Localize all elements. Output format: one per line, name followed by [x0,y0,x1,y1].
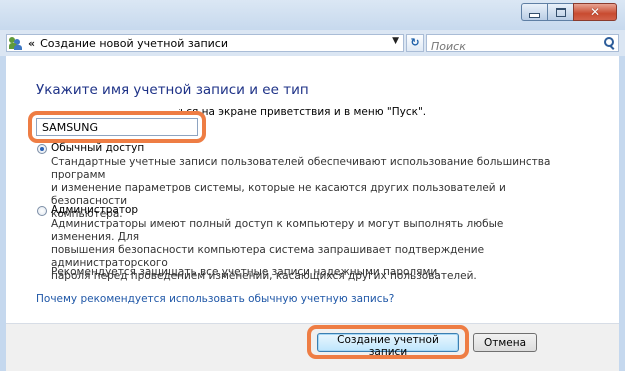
breadcrumb[interactable]: « Создание новой учетной записи ▼ [6,34,404,52]
refresh-icon: ↻ [410,36,420,49]
window-controls: ✕ [521,3,617,21]
password-recommendation: Рекомендуется защищать все учетные запис… [51,266,441,278]
administrator-label[interactable]: Администратор [51,204,138,216]
search-input[interactable] [431,39,591,54]
standard-user-label[interactable]: Обычный доступ [51,142,144,154]
description-line: Стандартные учетные записи пользователей… [51,156,551,181]
maximize-button[interactable] [547,3,573,21]
close-icon: ✕ [589,5,601,19]
minimize-icon [529,12,540,18]
close-button[interactable]: ✕ [573,3,617,21]
refresh-button[interactable]: ↻ [406,34,424,52]
minimize-button[interactable] [521,3,547,21]
search-box [426,34,619,54]
cancel-button[interactable]: Отмена [473,333,537,352]
search-icon[interactable] [604,37,615,50]
chevron-down-icon[interactable]: ▼ [392,36,399,46]
breadcrumb-current[interactable]: Создание новой учетной записи [40,37,228,50]
maximize-icon [555,7,566,17]
standard-user-radio[interactable] [37,144,47,154]
help-link[interactable]: Почему рекомендуется использовать обычну… [36,293,394,305]
create-account-button[interactable]: Создание учетной записи [317,333,459,358]
administrator-radio[interactable] [37,206,47,216]
page-title: Укажите имя учетной записи и ее тип [36,82,309,98]
title-bar: ✕ [0,0,625,30]
user-accounts-icon [9,36,23,50]
description-line: Администраторы имеют полный доступ к ком… [51,218,504,243]
breadcrumb-overflow-chevron[interactable]: « [28,37,35,50]
hint-occluder [36,103,179,119]
address-bar: « Создание новой учетной записи ▼ ↻ [0,30,625,56]
account-name-field[interactable] [36,118,198,136]
